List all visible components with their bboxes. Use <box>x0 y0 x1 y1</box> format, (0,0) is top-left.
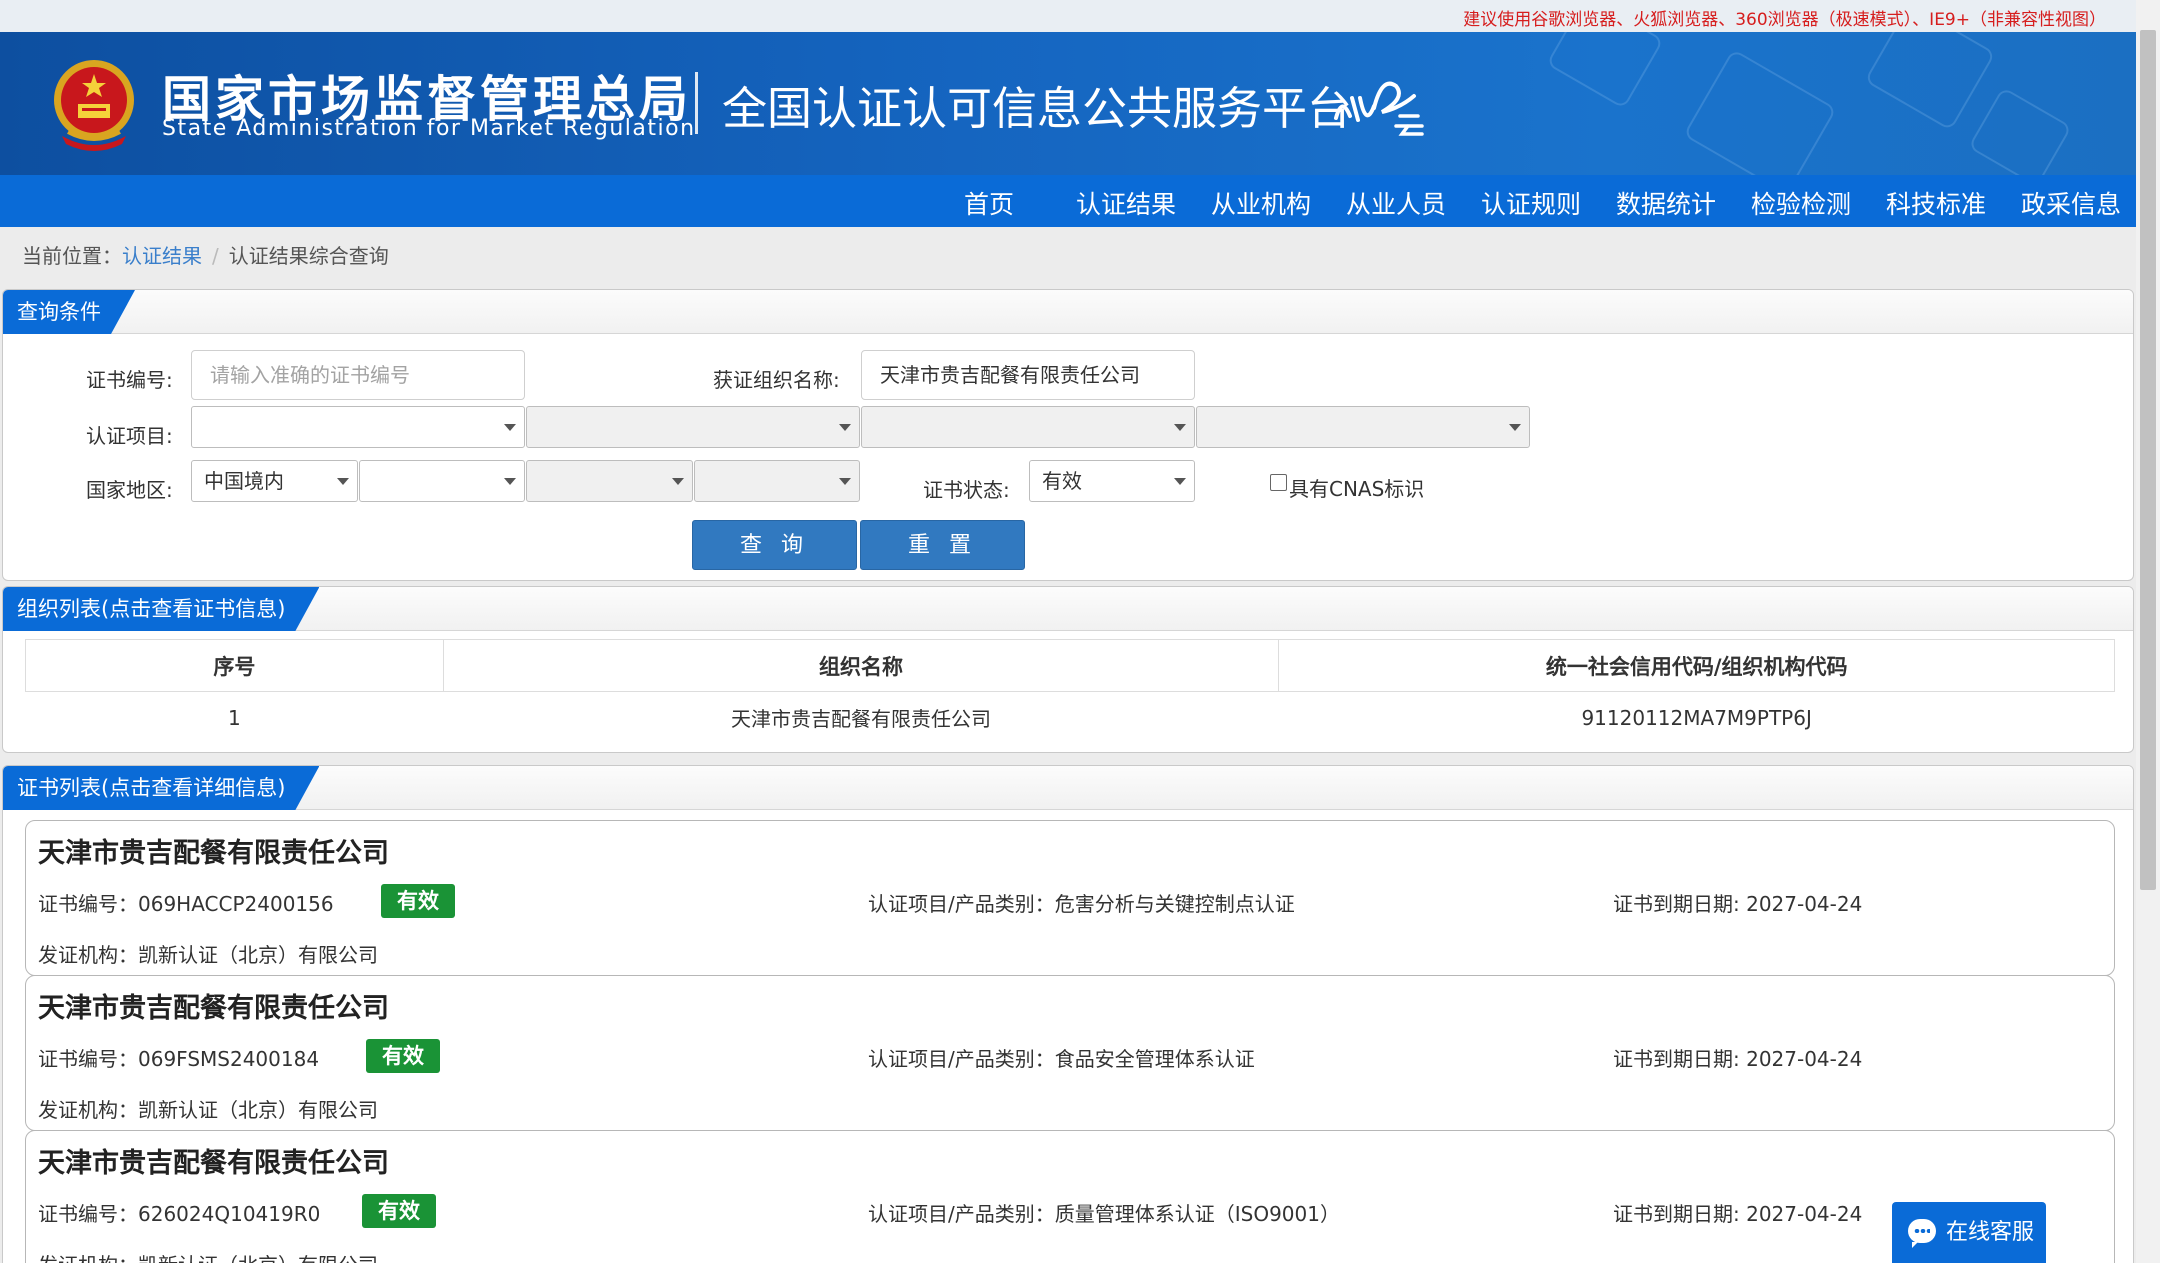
cell-credit-code: 91120112MA7M9PTP6J <box>1581 705 1812 730</box>
chevron-down-icon <box>1509 424 1521 431</box>
breadcrumb-current: 认证结果综合查询 <box>228 244 389 268</box>
breadcrumb-link-cert-results[interactable]: 认证结果 <box>122 244 202 268</box>
status-badge: 有效 <box>366 1039 440 1073</box>
cert-card[interactable]: 天津市贵吉配餐有限责任公司 证书编号：069HACCP2400156 有效 认证… <box>25 820 2115 976</box>
chat-bubble-icon <box>1908 1219 1936 1248</box>
column-header-org-name: 组织名称 <box>442 639 1280 692</box>
nav-item-inspection[interactable]: 检验检测 <box>1751 185 1851 221</box>
cert-card-project: 认证项目/产品类别：质量管理体系认证（ISO9001） <box>868 1202 1340 1226</box>
cert-no-label: 证书编号: <box>86 368 173 392</box>
region-select-value: 中国境内 <box>204 469 284 493</box>
nav-item-institutions[interactable]: 从业机构 <box>1211 185 1311 221</box>
breadcrumb-separator: / <box>212 244 219 268</box>
org-table-header: 序号 组织名称 统一社会信用代码/组织机构代码 <box>25 639 2115 692</box>
cert-card[interactable]: 天津市贵吉配餐有限责任公司 证书编号：069FSMS2400184 有效 认证项… <box>25 975 2115 1131</box>
chevron-down-icon <box>839 478 851 485</box>
status-label: 证书状态: <box>923 478 1010 502</box>
cell-index: 1 <box>228 705 241 730</box>
chevron-down-icon <box>1174 478 1186 485</box>
cert-card-issuer: 发证机构：凯新认证（北京）有限公司 <box>38 1249 378 1263</box>
cert-cloud-logo-icon <box>1334 81 1424 136</box>
cert-card-expiry: 证书到期日期: 2027-04-24 <box>1613 1202 1863 1226</box>
project-select-2[interactable] <box>526 406 860 448</box>
online-service-button[interactable]: 在线客服 <box>1892 1202 2046 1263</box>
column-header-credit-code: 统一社会信用代码/组织机构代码 <box>1278 639 2115 692</box>
status-select-value: 有效 <box>1042 469 1082 493</box>
cert-card-expiry: 证书到期日期: 2027-04-24 <box>1613 892 1863 916</box>
query-panel-title: 查询条件 <box>3 290 135 334</box>
platform-title: 全国认证认可信息公共服务平台 <box>722 82 1353 135</box>
agency-name-en: State Administration for Market Regulati… <box>162 116 696 141</box>
header-divider <box>695 72 698 134</box>
cert-card-issuer: 发证机构：凯新认证（北京）有限公司 <box>38 1098 378 1122</box>
page-scrollbar[interactable] <box>2136 0 2160 1263</box>
column-header-index: 序号 <box>25 639 444 692</box>
cert-list-panel: 证书列表(点击查看详细信息) 天津市贵吉配餐有限责任公司 证书编号：069HAC… <box>2 765 2134 1263</box>
region-select-district[interactable] <box>694 460 860 502</box>
project-label: 认证项目: <box>86 424 173 448</box>
project-select-3[interactable] <box>861 406 1195 448</box>
cert-card-expiry: 证书到期日期: 2027-04-24 <box>1613 1047 1863 1071</box>
breadcrumb: 当前位置：认证结果 / 认证结果综合查询 <box>22 240 389 269</box>
cert-card-issuer: 发证机构：凯新认证（北京）有限公司 <box>38 943 378 967</box>
cert-card-org: 天津市贵吉配餐有限责任公司 <box>38 993 389 1024</box>
project-select-4[interactable] <box>1196 406 1530 448</box>
cell-org-name[interactable]: 天津市贵吉配餐有限责任公司 <box>443 692 1279 744</box>
cert-card-number: 证书编号：069FSMS2400184 <box>38 1047 320 1071</box>
cert-card-org: 天津市贵吉配餐有限责任公司 <box>38 1148 389 1179</box>
chevron-down-icon <box>504 424 516 431</box>
reset-button[interactable]: 重 置 <box>860 520 1025 570</box>
org-list-header: 组织列表(点击查看证书信息) <box>3 587 2133 631</box>
table-row[interactable]: 1 天津市贵吉配餐有限责任公司 91120112MA7M9PTP6J <box>26 692 2115 744</box>
nav-item-home[interactable]: 首页 <box>964 185 1014 221</box>
region-select-province[interactable] <box>359 460 525 502</box>
breadcrumb-prefix: 当前位置： <box>22 244 122 268</box>
cert-card-org: 天津市贵吉配餐有限责任公司 <box>38 838 389 869</box>
query-panel-header: 查询条件 <box>3 290 2133 334</box>
query-panel: 查询条件 证书编号: 请输入准确的证书编号 获证组织名称: 天津市贵吉配餐有限责… <box>2 289 2134 581</box>
nav-item-statistics[interactable]: 数据统计 <box>1616 185 1716 221</box>
cert-card-project: 认证项目/产品类别：食品安全管理体系认证 <box>868 1047 1255 1071</box>
main-nav: 首页 认证结果 从业机构 从业人员 认证规则 数据统计 检验检测 科技标准 政采… <box>0 175 2136 227</box>
cert-card[interactable]: 天津市贵吉配餐有限责任公司 证书编号：626024Q10419R0 有效 认证项… <box>25 1130 2115 1263</box>
status-select[interactable]: 有效 <box>1029 460 1195 502</box>
chevron-down-icon <box>504 478 516 485</box>
nav-item-cert-rules[interactable]: 认证规则 <box>1481 185 1581 221</box>
browser-tip-text: 建议使用谷歌浏览器、火狐浏览器、360浏览器（极速模式）、IE9+（非兼容性视图… <box>1463 10 2106 30</box>
nav-item-procurement[interactable]: 政采信息 <box>2021 185 2121 221</box>
org-table: 序号 组织名称 统一社会信用代码/组织机构代码 1 天津市贵吉配餐有限责任公司 … <box>25 639 2115 744</box>
nav-item-standards[interactable]: 科技标准 <box>1886 185 1986 221</box>
status-badge: 有效 <box>362 1194 436 1228</box>
cnas-checkbox[interactable] <box>1270 474 1287 491</box>
cert-list-header: 证书列表(点击查看详细信息) <box>3 766 2133 810</box>
national-emblem-icon <box>54 60 134 151</box>
region-select-city[interactable] <box>526 460 693 502</box>
cert-card-number: 证书编号：069HACCP2400156 <box>38 892 334 916</box>
chevron-down-icon <box>337 478 349 485</box>
chevron-down-icon <box>839 424 851 431</box>
org-name-label: 获证组织名称: <box>713 368 840 392</box>
cert-no-input[interactable]: 请输入准确的证书编号 <box>191 350 525 400</box>
org-list-title: 组织列表(点击查看证书信息) <box>3 587 319 631</box>
site-banner: 国家市场监督管理总局 State Administration for Mark… <box>0 32 2136 175</box>
cert-card-project: 认证项目/产品类别：危害分析与关键控制点认证 <box>868 892 1295 916</box>
nav-item-personnel[interactable]: 从业人员 <box>1346 185 1446 221</box>
chevron-down-icon <box>672 478 684 485</box>
cert-card-number: 证书编号：626024Q10419R0 <box>38 1202 321 1226</box>
chevron-down-icon <box>1174 424 1186 431</box>
scrollbar-thumb[interactable] <box>2140 30 2156 890</box>
status-badge: 有效 <box>381 884 455 918</box>
org-list-panel: 组织列表(点击查看证书信息) 序号 组织名称 统一社会信用代码/组织机构代码 1… <box>2 586 2134 753</box>
search-button[interactable]: 查 询 <box>692 520 857 570</box>
project-select-1[interactable] <box>191 406 525 448</box>
region-label: 国家地区: <box>86 478 173 502</box>
org-name-input[interactable]: 天津市贵吉配餐有限责任公司 <box>861 350 1195 400</box>
browser-tip-bar: 建议使用谷歌浏览器、火狐浏览器、360浏览器（极速模式）、IE9+（非兼容性视图… <box>0 0 2136 32</box>
cert-list-title: 证书列表(点击查看详细信息) <box>3 766 319 810</box>
cnas-label: 具有CNAS标识 <box>1289 477 1425 501</box>
region-select-country[interactable]: 中国境内 <box>191 460 358 502</box>
online-service-label: 在线客服 <box>1946 1220 2035 1245</box>
nav-item-cert-results[interactable]: 认证结果 <box>1076 185 1176 221</box>
